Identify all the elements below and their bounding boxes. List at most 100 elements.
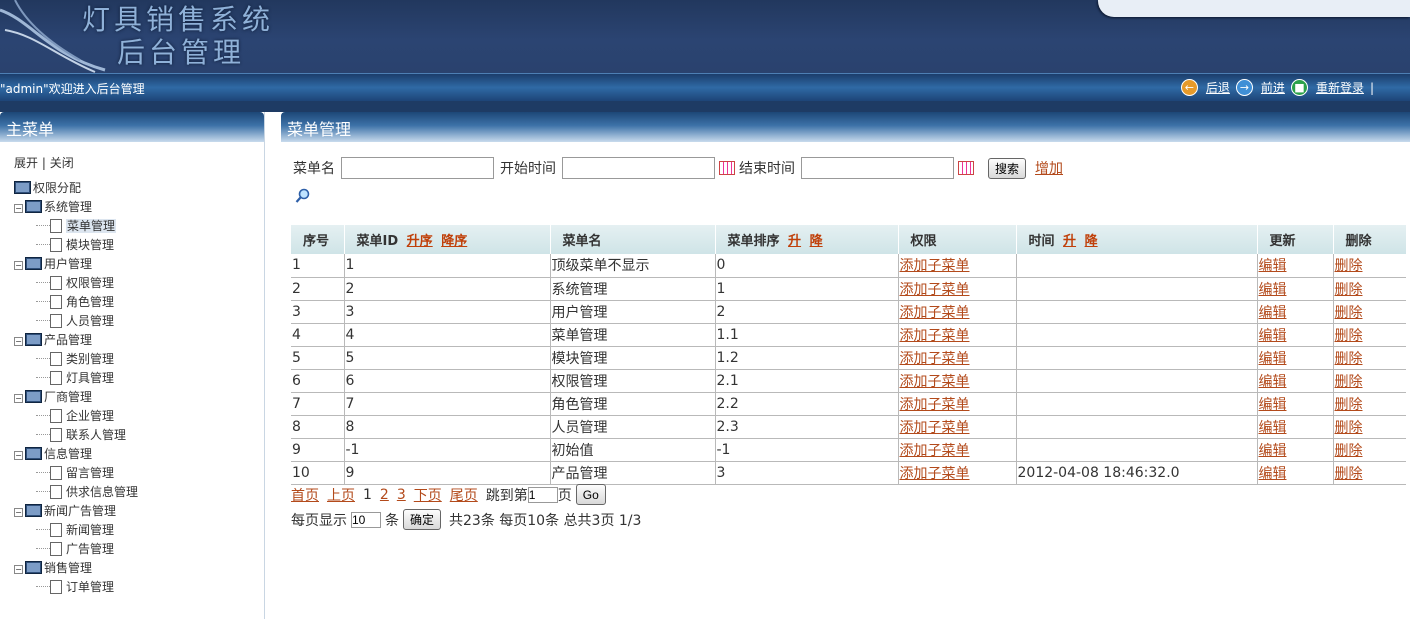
collapse-toggle-icon[interactable]: − [14, 451, 23, 460]
delete-link[interactable]: 删除 [1335, 328, 1363, 344]
cell-update: 编辑 [1257, 415, 1334, 439]
page-link-3[interactable]: 3 [397, 487, 406, 503]
collapse-toggle-icon[interactable]: − [14, 508, 23, 517]
collapse-all-link[interactable]: 关闭 [50, 156, 74, 170]
tree-group[interactable]: − 新闻广告管理 [14, 502, 138, 521]
search-icon[interactable] [295, 188, 311, 204]
tree-item[interactable]: 企业管理 [14, 407, 138, 426]
edit-link[interactable]: 编辑 [1259, 397, 1287, 413]
tree-item[interactable]: 角色管理 [14, 293, 138, 312]
back-link[interactable]: 后退 [1206, 79, 1230, 96]
end-time-input[interactable] [801, 157, 954, 179]
edit-link[interactable]: 编辑 [1259, 258, 1287, 274]
tree-item[interactable]: 供求信息管理 [14, 483, 138, 502]
delete-link[interactable]: 删除 [1335, 420, 1363, 436]
page-link-2[interactable]: 2 [380, 487, 389, 503]
first-page-link[interactable]: 首页 [291, 485, 319, 505]
add-child-menu-link[interactable]: 添加子菜单 [900, 397, 970, 413]
tree-item[interactable]: 类别管理 [14, 350, 138, 369]
cell-menu-name: 产品管理 [550, 461, 716, 485]
tree-group[interactable]: − 销售管理 [14, 559, 138, 578]
confirm-button[interactable]: 确定 [403, 509, 442, 530]
menu-name-input[interactable] [341, 157, 494, 179]
add-child-menu-link[interactable]: 添加子菜单 [900, 282, 970, 298]
last-page-link[interactable]: 尾页 [450, 485, 478, 505]
tree-group[interactable]: − 产品管理 [14, 331, 138, 350]
edit-link[interactable]: 编辑 [1259, 466, 1287, 482]
back-icon[interactable]: ← [1180, 79, 1198, 96]
forward-icon[interactable]: → [1235, 79, 1253, 96]
add-child-menu-link[interactable]: 添加子菜单 [900, 443, 970, 459]
tree-item[interactable]: 广告管理 [14, 540, 138, 559]
add-child-menu-link[interactable]: 添加子菜单 [900, 351, 970, 367]
tree-group[interactable]: − 用户管理 [14, 255, 138, 274]
tree-root[interactable]: 权限分配 [14, 179, 138, 198]
tree-item[interactable]: 留言管理 [14, 464, 138, 483]
per-page-input[interactable] [351, 511, 381, 528]
start-time-input[interactable] [562, 157, 715, 179]
collapse-toggle-icon[interactable]: − [14, 337, 23, 346]
delete-link[interactable]: 删除 [1335, 466, 1363, 482]
table-row: 7 7 角色管理 2.2 添加子菜单 编辑 删除 [291, 392, 1406, 416]
calendar-icon[interactable] [958, 161, 974, 175]
next-page-link[interactable]: 下页 [414, 485, 442, 505]
edit-link[interactable]: 编辑 [1259, 328, 1287, 344]
tree-item[interactable]: 菜单管理 [14, 217, 138, 236]
add-child-menu-link[interactable]: 添加子菜单 [900, 420, 970, 436]
sort-time-down-link[interactable]: 降 [1085, 234, 1098, 249]
sort-order-down-link[interactable]: 降 [810, 234, 823, 249]
edit-link[interactable]: 编辑 [1259, 374, 1287, 390]
table-row: 10 9 产品管理 3 添加子菜单 2012-04-08 18:46:32.0 编辑 删除 [291, 461, 1406, 485]
relogin-icon[interactable]: ■ [1290, 79, 1308, 96]
collapse-toggle-icon[interactable]: − [14, 565, 23, 574]
tree-item[interactable]: 新闻管理 [14, 521, 138, 540]
relogin-link[interactable]: 重新登录 [1316, 79, 1364, 96]
collapse-toggle-icon[interactable]: − [14, 204, 23, 213]
calendar-icon[interactable] [719, 161, 735, 175]
tree-item[interactable]: 人员管理 [14, 312, 138, 331]
collapse-toggle-icon[interactable]: − [14, 394, 23, 403]
edit-link[interactable]: 编辑 [1259, 420, 1287, 436]
delete-link[interactable]: 删除 [1335, 397, 1363, 413]
add-child-menu-link[interactable]: 添加子菜单 [900, 466, 970, 482]
delete-link[interactable]: 删除 [1335, 374, 1363, 390]
tree-item[interactable]: 灯具管理 [14, 369, 138, 388]
jump-page-input[interactable] [527, 486, 558, 503]
tree-group[interactable]: − 信息管理 [14, 445, 138, 464]
add-child-menu-link[interactable]: 添加子菜单 [900, 374, 970, 390]
add-child-menu-link[interactable]: 添加子菜单 [900, 328, 970, 344]
prev-page-link[interactable]: 上页 [327, 485, 355, 505]
forward-link[interactable]: 前进 [1261, 79, 1285, 96]
add-child-menu-link[interactable]: 添加子菜单 [900, 258, 970, 274]
document-icon [50, 295, 62, 309]
delete-link[interactable]: 删除 [1335, 443, 1363, 459]
delete-link[interactable]: 删除 [1335, 258, 1363, 274]
tree-item[interactable]: 联系人管理 [14, 426, 138, 445]
tree-group[interactable]: − 厂商管理 [14, 388, 138, 407]
delete-link[interactable]: 删除 [1335, 305, 1363, 321]
tree-item[interactable]: 权限管理 [14, 274, 138, 293]
add-child-menu-link[interactable]: 添加子菜单 [900, 305, 970, 321]
collapse-toggle-icon[interactable]: − [14, 261, 23, 270]
tree-group[interactable]: − 系统管理 [14, 198, 138, 217]
sort-id-asc-link[interactable]: 升序 [407, 234, 433, 249]
edit-link[interactable]: 编辑 [1259, 305, 1287, 321]
tree-item[interactable]: 模块管理 [14, 236, 138, 255]
tree-item[interactable]: 订单管理 [14, 578, 138, 597]
sort-id-desc-link[interactable]: 降序 [441, 234, 467, 249]
cell-delete: 删除 [1333, 277, 1406, 301]
search-button[interactable]: 搜索 [988, 157, 1027, 179]
delete-link[interactable]: 删除 [1335, 351, 1363, 367]
edit-link[interactable]: 编辑 [1259, 351, 1287, 367]
delete-link[interactable]: 删除 [1335, 282, 1363, 298]
add-link[interactable]: 增加 [1035, 158, 1063, 178]
expand-all-link[interactable]: 展开 [14, 156, 38, 170]
tree-root-label: 权限分配 [33, 181, 82, 195]
sort-order-up-link[interactable]: 升 [788, 234, 801, 249]
edit-link[interactable]: 编辑 [1259, 282, 1287, 298]
edit-link[interactable]: 编辑 [1259, 443, 1287, 459]
tree-item-label: 广告管理 [66, 542, 115, 556]
folder-icon [25, 447, 42, 460]
go-button[interactable]: Go [575, 484, 606, 505]
sort-time-up-link[interactable]: 升 [1063, 234, 1076, 249]
